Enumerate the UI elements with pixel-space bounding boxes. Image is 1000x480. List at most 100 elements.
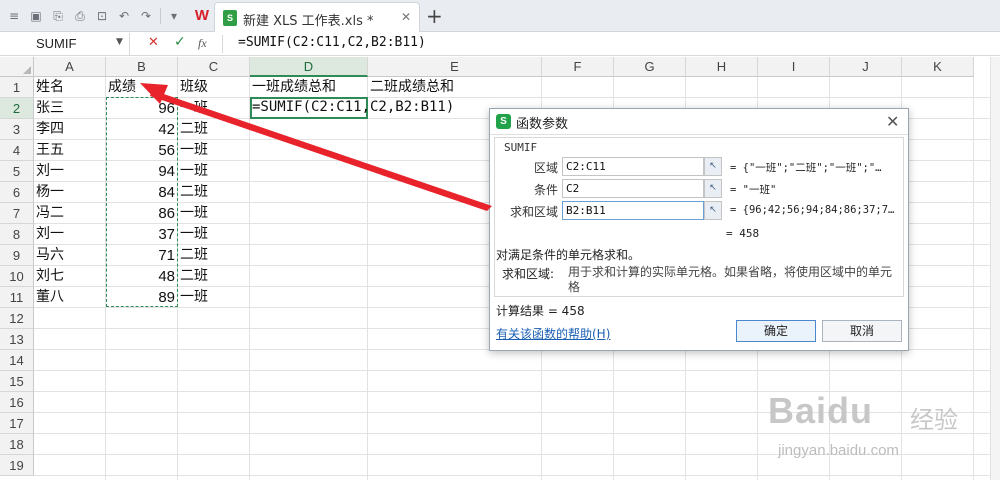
collapse-dialog-icon[interactable]: ↖: [704, 157, 722, 176]
row-header-12[interactable]: 12: [0, 308, 34, 329]
row-header-14[interactable]: 14: [0, 350, 34, 371]
range-input[interactable]: C2:C11: [562, 157, 704, 176]
name-box[interactable]: SUMIF ▼: [0, 33, 130, 55]
row-header-3[interactable]: 3: [0, 119, 34, 140]
function-name: SUMIF: [504, 141, 538, 154]
row-header-6[interactable]: 6: [0, 182, 34, 203]
cell-class[interactable]: 一班: [180, 203, 248, 224]
chevron-down-icon[interactable]: ▼: [116, 37, 123, 47]
column-header-I[interactable]: I: [758, 57, 830, 77]
row-header-11[interactable]: 11: [0, 287, 34, 308]
cell-E1[interactable]: 二班成绩总和: [370, 77, 540, 98]
watermark-cn: 经验: [910, 406, 958, 434]
function-arguments-dialog: S 函数参数 ✕ SUMIF 区域 C2:C11 ↖ = {"一班";"二班";…: [489, 108, 909, 351]
cell-C1[interactable]: 班级: [180, 77, 248, 98]
redo-icon[interactable]: ↷: [138, 8, 154, 24]
criteria-input[interactable]: C2: [562, 179, 704, 198]
row-header-19[interactable]: 19: [0, 455, 34, 476]
collapse-dialog-icon[interactable]: ↖: [704, 179, 722, 198]
calculation-result: 计算结果 = 458: [496, 304, 585, 318]
cell-name[interactable]: 马六: [36, 245, 104, 266]
cell-class[interactable]: 二班: [180, 119, 248, 140]
cell-B1[interactable]: 成绩: [108, 77, 176, 98]
print-icon[interactable]: ⎙: [72, 8, 88, 24]
row-header-1[interactable]: 1: [0, 77, 34, 98]
column-header-A[interactable]: A: [34, 57, 106, 77]
grid-column-line: [367, 77, 368, 480]
grid-row-line: [34, 370, 1000, 371]
name-box-value: SUMIF: [36, 36, 77, 51]
document-tab[interactable]: S 新建 XLS 工作表.xls * ✕: [214, 2, 420, 32]
dialog-title-bar[interactable]: S 函数参数 ✕: [490, 109, 908, 135]
column-header-F[interactable]: F: [542, 57, 614, 77]
row-header-8[interactable]: 8: [0, 224, 34, 245]
row-header-13[interactable]: 13: [0, 329, 34, 350]
print-preview-icon[interactable]: ⊡: [94, 8, 110, 24]
export-icon[interactable]: ⎘: [50, 8, 66, 24]
cell-name[interactable]: 刘七: [36, 266, 104, 287]
column-header-J[interactable]: J: [830, 57, 902, 77]
cell-name[interactable]: 刘一: [36, 224, 104, 245]
new-tab-icon[interactable]: +: [426, 4, 443, 28]
arg-label-criteria: 条件: [533, 183, 558, 197]
cell-class[interactable]: 一班: [180, 140, 248, 161]
grid-column-line: [249, 77, 250, 480]
row-header-10[interactable]: 10: [0, 266, 34, 287]
cell-D1[interactable]: 一班成绩总和: [252, 77, 366, 98]
cell-A1[interactable]: 姓名: [36, 77, 104, 98]
cell-name[interactable]: 张三: [36, 98, 104, 119]
criteria-preview: = "一班": [730, 184, 777, 196]
cell-class[interactable]: 一班: [180, 287, 248, 308]
row-header-17[interactable]: 17: [0, 413, 34, 434]
cell-class[interactable]: 一班: [180, 161, 248, 182]
cell-name[interactable]: 董八: [36, 287, 104, 308]
menu-icon[interactable]: ≡: [6, 8, 22, 24]
row-header-7[interactable]: 7: [0, 203, 34, 224]
sum-range-highlight: [106, 97, 178, 307]
cell-class[interactable]: 一班: [180, 224, 248, 245]
cancel-formula-icon[interactable]: ✕: [148, 35, 159, 50]
argument-description-label: 求和区域:: [502, 267, 555, 281]
select-all-corner[interactable]: [0, 57, 34, 77]
column-header-D[interactable]: D: [250, 57, 368, 77]
collapse-dialog-icon[interactable]: ↖: [704, 201, 722, 220]
sum-range-input[interactable]: B2:B11: [562, 201, 704, 220]
cancel-button[interactable]: 取消: [822, 320, 902, 342]
cell-class[interactable]: 一班: [180, 98, 248, 119]
column-header-H[interactable]: H: [686, 57, 758, 77]
row-header-5[interactable]: 5: [0, 161, 34, 182]
cell-name[interactable]: 杨一: [36, 182, 104, 203]
customize-dropdown-icon[interactable]: ▾: [166, 8, 182, 24]
column-header-B[interactable]: B: [106, 57, 178, 77]
cell-class[interactable]: 二班: [180, 245, 248, 266]
column-header-C[interactable]: C: [178, 57, 250, 77]
ok-button[interactable]: 确定: [736, 320, 816, 342]
column-header-G[interactable]: G: [614, 57, 686, 77]
save-icon[interactable]: ▣: [28, 8, 44, 24]
function-help-link[interactable]: 有关该函数的帮助(H): [496, 325, 610, 342]
row-header-18[interactable]: 18: [0, 434, 34, 455]
close-tab-icon[interactable]: ✕: [401, 10, 411, 24]
row-header-16[interactable]: 16: [0, 392, 34, 413]
row-header-4[interactable]: 4: [0, 140, 34, 161]
row-header-2[interactable]: 2: [0, 98, 34, 119]
row-header-15[interactable]: 15: [0, 371, 34, 392]
cell-name[interactable]: 王五: [36, 140, 104, 161]
cell-name[interactable]: 刘一: [36, 161, 104, 182]
row-header-9[interactable]: 9: [0, 245, 34, 266]
column-header-K[interactable]: K: [902, 57, 974, 77]
confirm-formula-icon[interactable]: ✓: [174, 34, 186, 50]
insert-function-icon[interactable]: fx: [198, 36, 207, 51]
cell-class[interactable]: 二班: [180, 266, 248, 287]
close-icon[interactable]: ✕: [886, 112, 899, 131]
column-header-E[interactable]: E: [368, 57, 542, 77]
arg-label-range: 区域: [533, 161, 558, 175]
cell-name[interactable]: 冯二: [36, 203, 104, 224]
cell-name[interactable]: 李四: [36, 119, 104, 140]
wps-logo-icon[interactable]: W: [192, 6, 212, 26]
cell-class[interactable]: 二班: [180, 182, 248, 203]
dialog-divider: [494, 296, 904, 297]
formula-input[interactable]: =SUMIF(C2:C11,C2,B2:B11): [238, 35, 426, 50]
undo-icon[interactable]: ↶: [116, 8, 132, 24]
cell-D2-formula[interactable]: =SUMIF(C2:C11,C2,B2:B11): [252, 97, 454, 118]
